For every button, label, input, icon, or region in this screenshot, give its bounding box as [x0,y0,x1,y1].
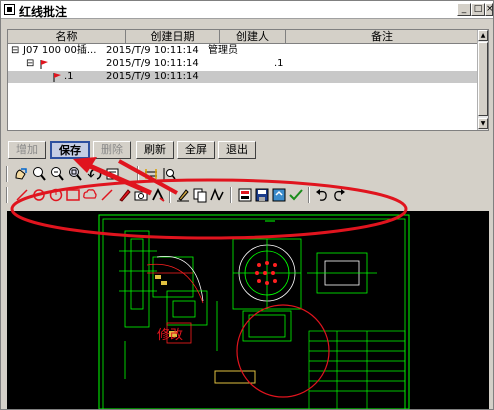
arrow-icon[interactable] [99,187,115,203]
scroll-down-icon[interactable]: ▼ [478,118,488,129]
text-icon[interactable] [150,187,166,203]
close-button[interactable]: × [485,3,494,16]
collapse-icon[interactable]: ⊟ [26,58,34,70]
scroll-thumb[interactable] [478,42,488,116]
cad-drawing-canvas[interactable]: 修改 [7,211,489,409]
page-width-icon[interactable] [143,166,159,182]
exit-button[interactable]: 退出 [218,141,256,159]
cloud-icon[interactable] [82,187,98,203]
row-name: .1 [64,71,74,82]
fullscreen-button[interactable]: 全屏 [177,141,215,159]
column-header-name[interactable]: 名称 [8,30,126,44]
toolbar-grip [6,166,8,182]
row-date: 2015/T/9 10:11:14 [106,71,199,82]
pen-icon[interactable] [116,187,132,203]
delete-button[interactable]: 删除 [93,141,131,159]
column-header-date[interactable]: 创建日期 [126,30,220,44]
maximize-button[interactable]: □ [471,3,485,16]
window-icon [4,4,15,15]
markup-label[interactable]: 修改 [157,328,183,343]
toolbar-grip [6,187,8,203]
export-icon[interactable] [271,187,287,203]
vertical-scrollbar[interactable]: ▲ ▼ [477,30,488,130]
check-icon[interactable] [288,187,304,203]
table-row[interactable]: .1 2015/T/9 10:11:14 [8,71,478,83]
layer-icon[interactable] [237,187,253,203]
refresh-button[interactable]: 刷新 [136,141,174,159]
row-date: 2015/T/9 10:11:14 [106,45,199,56]
minimize-button[interactable]: _ [457,3,471,16]
row-creator: 管理员 [208,45,238,56]
camera-icon[interactable] [133,187,149,203]
column-header-note[interactable]: 备注 [286,30,478,44]
annotation-window: 红线批注 _ □ × 名称 创建日期 创建人 备注 ⊟ J07 100 00插.… [0,0,494,410]
copy-icon[interactable] [192,187,208,203]
rectangle-icon[interactable] [65,187,81,203]
annotation-tree-grid[interactable]: 名称 创建日期 创建人 备注 ⊟ J07 100 00插... 2015/T/9… [7,29,489,131]
font-icon[interactable] [209,187,225,203]
title-bar: 红线批注 _ □ × [1,1,494,19]
highlighter-icon[interactable] [175,187,191,203]
toolbar-separator [137,166,139,182]
table-row[interactable]: ⊟ 2015/T/9 10:11:14 .1 [8,58,478,70]
page-height-icon[interactable] [161,166,177,182]
rotate-icon[interactable] [87,166,103,182]
redo-icon[interactable] [331,187,347,203]
window-title: 红线批注 [19,5,68,19]
circle-icon[interactable] [31,187,47,203]
save-icon[interactable] [254,187,270,203]
cad-drawing: 修改 [98,214,410,409]
fit-icon[interactable] [105,166,121,182]
zoom-out-icon[interactable] [49,166,65,182]
red-flag-icon [52,72,62,86]
hand-icon[interactable] [13,166,29,182]
save-button[interactable]: 保存 [50,141,90,159]
zoom-in-icon[interactable] [31,166,47,182]
add-button[interactable]: 增加 [8,141,46,159]
row-note: .1 [274,58,284,69]
toolbar-separator [308,187,310,203]
grid-header: 名称 创建日期 创建人 备注 [8,30,478,44]
table-row[interactable]: ⊟ J07 100 00插... 2015/T/9 10:11:14 管理员 [8,45,478,57]
undo-icon[interactable] [314,187,330,203]
row-name: J07 100 00插... [23,45,97,56]
ellipse-icon[interactable] [48,187,64,203]
view-toolbar [1,164,493,184]
markup-toolbar [1,185,493,205]
row-date: 2015/T/9 10:11:14 [106,58,199,69]
zoom-window-icon[interactable] [67,166,83,182]
collapse-icon[interactable]: ⊟ [11,45,19,57]
toolbar-separator [230,187,232,203]
scroll-up-icon[interactable]: ▲ [478,30,488,41]
column-header-creator[interactable]: 创建人 [220,30,286,44]
toolbar-separator [169,187,171,203]
action-button-bar: 增加 保存 删除 刷新 全屏 退出 [1,138,493,162]
line-icon[interactable] [14,187,30,203]
